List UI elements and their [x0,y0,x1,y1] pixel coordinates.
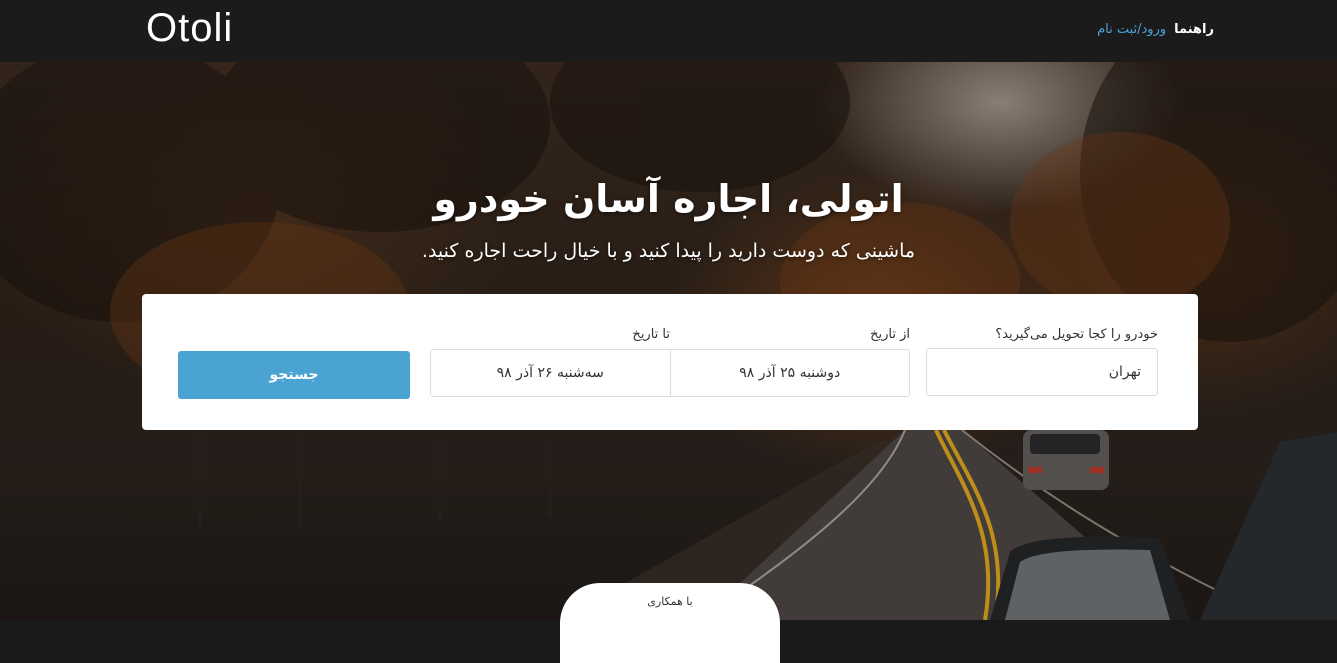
partners-tab: با همکاری [560,583,780,663]
hero-subtitle: ماشینی که دوست دارید را پیدا کنید و با خ… [421,240,916,262]
search-card: خودرو را کجا تحویل می‌گیرید؟ تهران از تا… [142,294,1198,430]
nav-links: راهنما ورود/ثبت نام [1097,22,1214,37]
location-value: تهران [1108,364,1141,380]
nav-login-link[interactable]: ورود/ثبت نام [1097,22,1166,37]
to-date-value: سه‌شنبه ۲۶ آذر ۹۸ [496,365,604,381]
to-date-input[interactable]: سه‌شنبه ۲۶ آذر ۹۸ [431,350,670,396]
search-button[interactable]: جستجو [178,351,410,399]
from-date-value: دوشنبه ۲۵ آذر ۹۸ [739,365,841,381]
partners-label: با همکاری [647,595,693,608]
nav-guide-link[interactable]: راهنما [1174,22,1214,37]
from-date-label: از تاریخ [870,327,910,342]
top-navbar: Otoli راهنما ورود/ثبت نام [0,0,1337,62]
hero-title: اتولی، اجاره آسان خودرو [433,177,904,221]
date-range-field: دوشنبه ۲۵ آذر ۹۸ سه‌شنبه ۲۶ آذر ۹۸ [430,349,910,397]
location-input[interactable]: تهران [926,348,1158,396]
to-date-label: تا تاریخ [632,327,670,342]
from-date-input[interactable]: دوشنبه ۲۵ آذر ۹۸ [669,350,910,396]
otoli-logo[interactable]: Otoli [146,6,233,50]
location-label: خودرو را کجا تحویل می‌گیرید؟ [995,327,1158,342]
